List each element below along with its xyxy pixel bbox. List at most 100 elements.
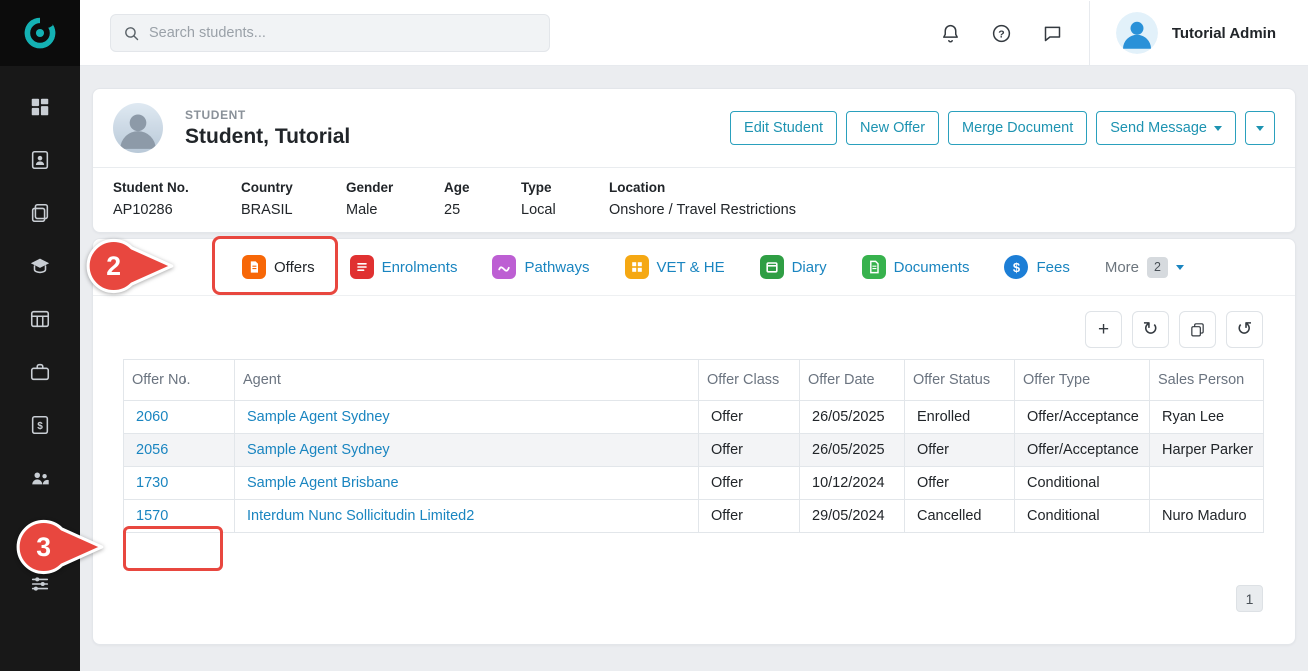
tab-pathways[interactable]: Pathways xyxy=(492,255,589,279)
info-value: Onshore / Travel Restrictions xyxy=(609,202,796,218)
hidden-tab-icon xyxy=(119,255,143,279)
offers-tab-icon xyxy=(242,255,266,279)
column-header-offer-status[interactable]: Offer Status xyxy=(905,360,1015,401)
info-label: Gender xyxy=(346,180,444,195)
column-header-offer-date[interactable]: Offer Date xyxy=(800,360,905,401)
table-row: 2060 Sample Agent Sydney Offer 26/05/202… xyxy=(124,401,1264,434)
offer-class-cell: Offer xyxy=(699,467,800,500)
edit-student-label: Edit Student xyxy=(744,120,823,136)
student-name: Student, Tutorial xyxy=(185,125,350,149)
add-offer-button[interactable]: + xyxy=(1085,311,1122,348)
tab-diary[interactable]: Diary xyxy=(760,255,827,279)
offer-no-link[interactable]: 2056 xyxy=(136,442,168,458)
tab-vet-he-label: VET & HE xyxy=(657,259,725,276)
tab-more[interactable]: More 2 xyxy=(1105,257,1184,278)
sidebar-item-offers-icon[interactable] xyxy=(29,202,51,224)
sidebar: $ xyxy=(0,0,80,671)
app-logo[interactable] xyxy=(0,0,80,66)
tab-vet-he[interactable]: VET & HE xyxy=(625,255,725,279)
offer-date-cell: 26/05/2025 xyxy=(800,401,905,434)
table-row: 1570 Interdum Nunc Sollicitudin Limited2… xyxy=(124,500,1264,533)
sidebar-item-dashboard-icon[interactable] xyxy=(29,96,51,118)
refresh-button[interactable]: ↻ xyxy=(1132,311,1169,348)
info-value: Local xyxy=(521,202,609,218)
tab-enrolments[interactable]: Enrolments xyxy=(350,255,458,279)
chevron-down-icon xyxy=(1214,126,1222,131)
info-label: Location xyxy=(609,180,796,195)
agent-link[interactable]: Sample Agent Sydney xyxy=(247,442,390,458)
offer-type-cell: Offer/Acceptance xyxy=(1015,434,1150,467)
offer-status-cell: Offer xyxy=(905,467,1015,500)
offer-status-cell: Offer xyxy=(905,434,1015,467)
tab-more-label: More xyxy=(1105,259,1139,276)
dollar-glyph: $ xyxy=(1013,260,1020,275)
column-header-agent[interactable]: Agent xyxy=(235,360,699,401)
merge-document-button[interactable]: Merge Document xyxy=(948,111,1087,145)
sidebar-item-users-icon[interactable] xyxy=(29,467,51,489)
info-value: BRASIL xyxy=(241,202,346,218)
column-header-offer-no[interactable]: Offer No.↓ xyxy=(124,360,235,401)
info-value: Male xyxy=(346,202,444,218)
offer-no-link[interactable]: 1570 xyxy=(136,508,168,524)
tab-documents[interactable]: Documents xyxy=(862,255,970,279)
more-count-badge: 2 xyxy=(1147,257,1168,278)
send-message-button[interactable]: Send Message xyxy=(1096,111,1236,145)
student-actions: Edit Student New Offer Merge Document Se… xyxy=(730,111,1275,145)
offers-panel: Offers Enrolments Pathways VET & HE Diar… xyxy=(92,238,1296,645)
sidebar-item-agents-icon[interactable] xyxy=(29,361,51,383)
offer-type-cell: Conditional xyxy=(1015,500,1150,533)
info-age: Age 25 xyxy=(444,180,521,218)
info-label: Country xyxy=(241,180,346,195)
column-header-sales-person[interactable]: Sales Person xyxy=(1150,360,1264,401)
sidebar-item-organisation-icon[interactable] xyxy=(29,520,51,542)
copy-button[interactable] xyxy=(1179,311,1216,348)
offers-toolbar: + ↻ ↺ xyxy=(1085,311,1263,348)
offer-type-cell: Offer/Acceptance xyxy=(1015,401,1150,434)
chat-icon[interactable] xyxy=(1042,23,1063,44)
sidebar-item-contacts-icon[interactable] xyxy=(29,149,51,171)
offer-date-cell: 10/12/2024 xyxy=(800,467,905,500)
offer-no-link[interactable]: 2060 xyxy=(136,409,168,425)
tab-offers[interactable]: Offers xyxy=(242,255,315,279)
tab-documents-label: Documents xyxy=(894,259,970,276)
help-icon[interactable]: ? xyxy=(991,23,1012,44)
offer-no-link[interactable]: 1730 xyxy=(136,475,168,491)
student-info-row: Student No. AP10286 Country BRASIL Gende… xyxy=(93,167,1295,232)
sidebar-item-courses-icon[interactable] xyxy=(29,255,51,277)
agent-link[interactable]: Interdum Nunc Sollicitudin Limited2 xyxy=(247,508,474,524)
history-button[interactable]: ↺ xyxy=(1226,311,1263,348)
history-icon: ↺ xyxy=(1237,318,1253,341)
agent-link[interactable]: Sample Agent Sydney xyxy=(247,409,390,425)
column-header-offer-class[interactable]: Offer Class xyxy=(699,360,800,401)
offers-table: Offer No.↓ Agent Offer Class Offer Date … xyxy=(123,359,1264,533)
info-label: Age xyxy=(444,180,521,195)
more-actions-dropdown-button[interactable] xyxy=(1245,111,1275,145)
edit-student-button[interactable]: Edit Student xyxy=(730,111,837,145)
sales-person-cell: Nuro Maduro xyxy=(1150,500,1264,533)
pathways-tab-icon xyxy=(492,255,516,279)
topbar: ? Tutorial Admin xyxy=(80,0,1308,66)
sidebar-item-settings-icon[interactable] xyxy=(29,573,51,595)
user-name[interactable]: Tutorial Admin xyxy=(1172,25,1276,42)
sidebar-item-finance-icon[interactable]: $ xyxy=(29,414,51,436)
refresh-icon: ↻ xyxy=(1143,318,1159,341)
notifications-bell-icon[interactable] xyxy=(940,23,961,44)
info-student-no: Student No. AP10286 xyxy=(113,180,241,218)
agent-link[interactable]: Sample Agent Brisbane xyxy=(247,475,399,491)
sidebar-item-tables-icon[interactable] xyxy=(29,308,51,330)
user-avatar[interactable] xyxy=(1116,12,1158,54)
column-header-offer-type[interactable]: Offer Type xyxy=(1015,360,1150,401)
info-value: 25 xyxy=(444,202,521,218)
tab-enrolments-label: Enrolments xyxy=(382,259,458,276)
search-input[interactable] xyxy=(149,25,537,41)
new-offer-button[interactable]: New Offer xyxy=(846,111,939,145)
student-tabs: Offers Enrolments Pathways VET & HE Diar… xyxy=(93,239,1295,296)
student-photo xyxy=(113,103,163,153)
info-type: Type Local xyxy=(521,180,609,218)
tab-fees[interactable]: $ Fees xyxy=(1004,255,1069,279)
chevron-down-icon xyxy=(1176,265,1184,270)
pagination-page-1[interactable]: 1 xyxy=(1236,585,1263,612)
offer-class-cell: Offer xyxy=(699,434,800,467)
tab-partial-hidden[interactable] xyxy=(119,255,207,279)
offer-class-cell: Offer xyxy=(699,500,800,533)
